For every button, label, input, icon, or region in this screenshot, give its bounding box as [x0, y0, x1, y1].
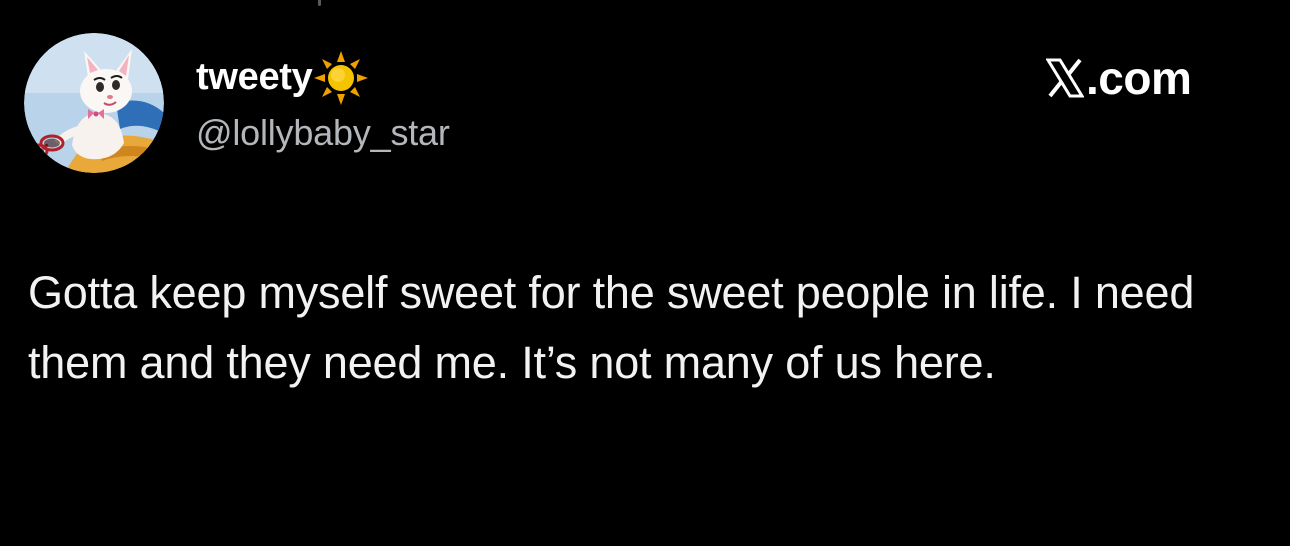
author-avatar[interactable] [24, 33, 164, 173]
tweet-card: tweety @lollybaby_star .com Gotta keep m… [0, 0, 1290, 546]
author-display-name[interactable]: tweety [196, 52, 313, 102]
site-label: .com [1046, 50, 1192, 106]
author-name-row: tweety [196, 51, 370, 105]
x-logo-icon [1046, 58, 1084, 98]
author-handle[interactable]: @lollybaby_star [196, 110, 450, 156]
sun-icon [314, 51, 369, 105]
tweet-text: Gotta keep myself sweet for the sweet pe… [28, 267, 1195, 388]
site-suffix: .com [1086, 52, 1192, 104]
cartoon-cat-avatar-icon [24, 33, 164, 173]
